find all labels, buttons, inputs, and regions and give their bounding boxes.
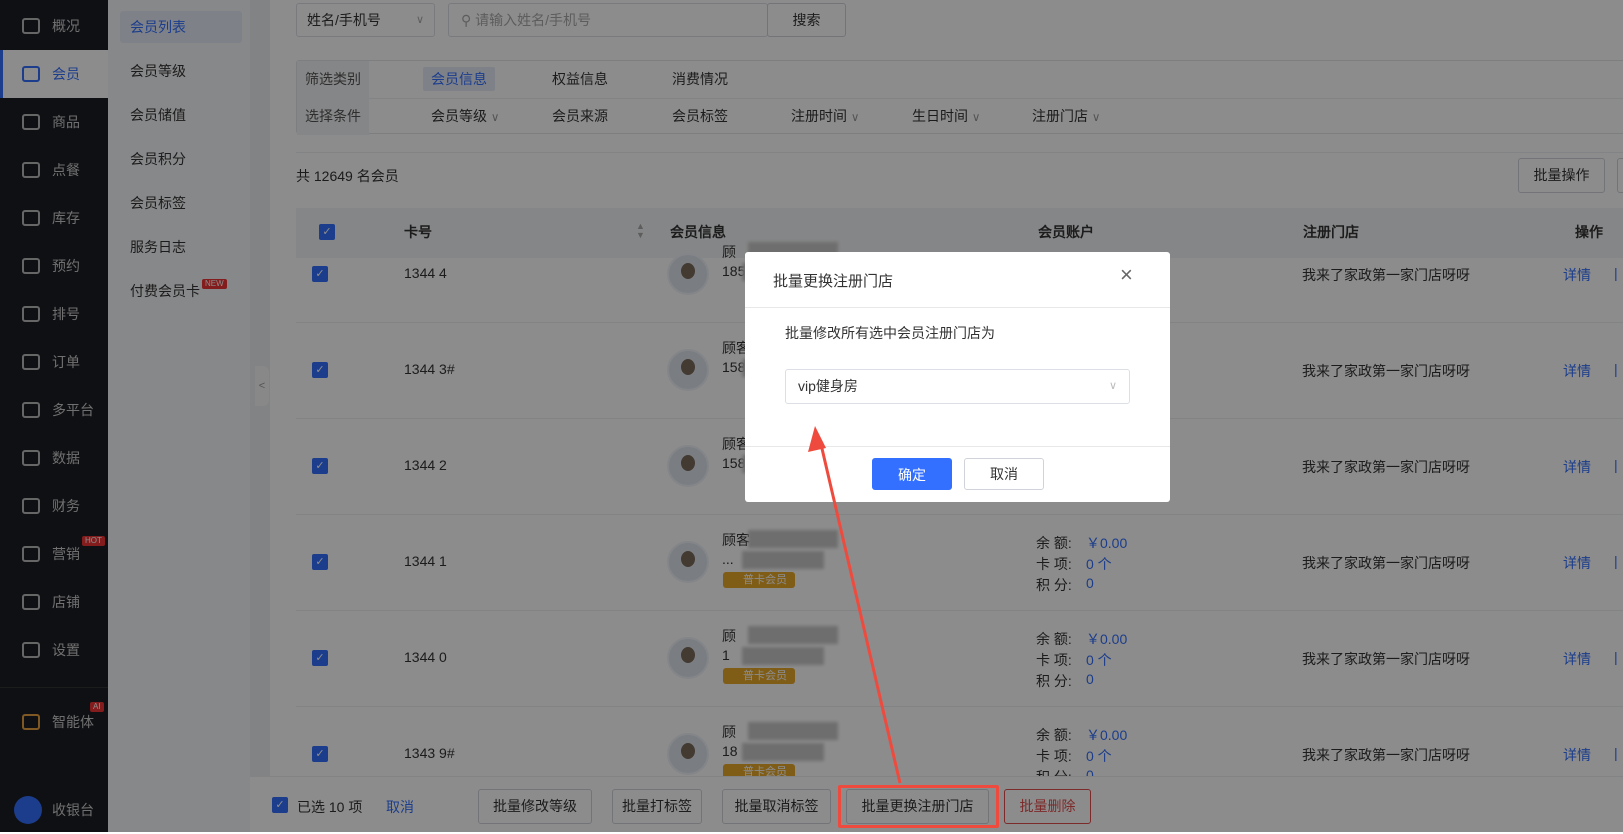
annotation-arrow — [808, 426, 902, 784]
